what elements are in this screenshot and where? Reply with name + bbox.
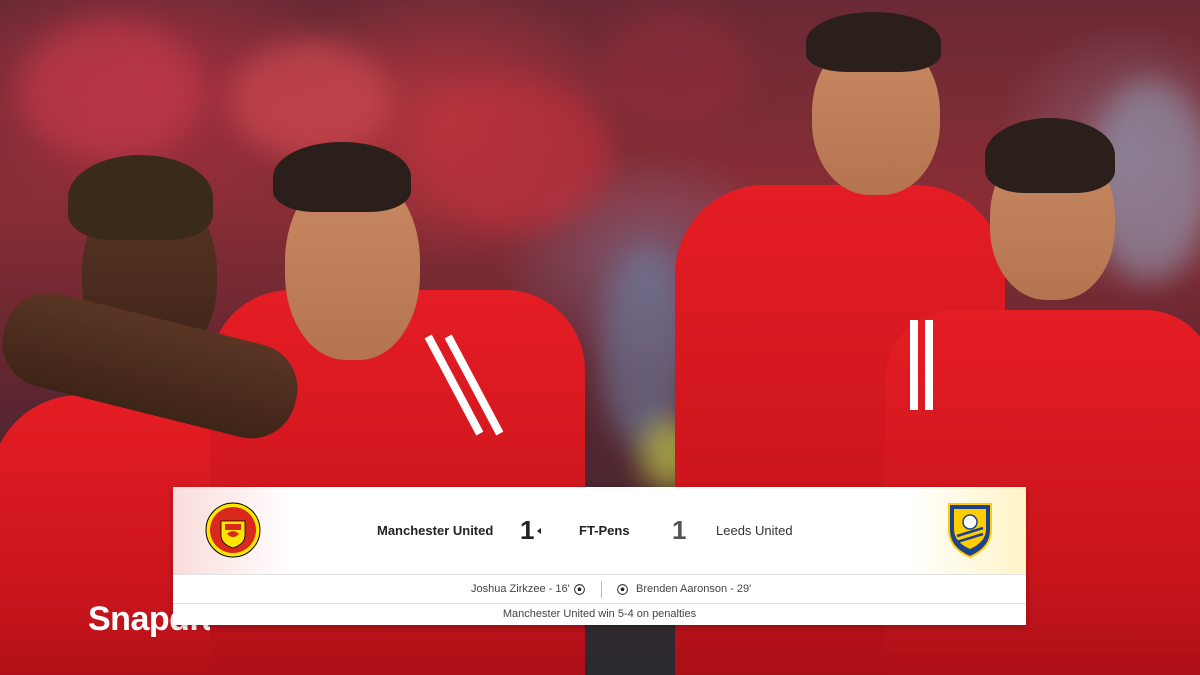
manchester-united-crest	[203, 500, 263, 560]
score-header: Manchester United 1 FT-Pens 1 Leeds Unit…	[173, 487, 1026, 575]
player-hair	[273, 142, 411, 212]
home-team-name: Manchester United	[377, 523, 494, 538]
leeds-united-crest-icon	[948, 503, 992, 559]
goal-scorers: Joshua Zirkzee - 16' Brenden Aaronson - …	[173, 575, 1026, 604]
home-score: 1	[520, 515, 535, 545]
leeds-united-crest	[940, 500, 1000, 560]
jersey-stripe	[910, 320, 918, 410]
penalty-result: Manchester United win 5-4 on penalties	[502, 608, 697, 620]
crowd-blur	[20, 20, 200, 160]
football-icon	[617, 584, 628, 595]
player-hair	[985, 118, 1115, 193]
scorer-divider	[601, 581, 602, 598]
score-panel: Manchester United 1 FT-Pens 1 Leeds Unit…	[173, 487, 1026, 625]
jersey-stripe	[925, 320, 933, 410]
football-icon	[574, 584, 585, 595]
crowd-blur	[600, 10, 750, 130]
away-team-name: Leeds United	[716, 523, 793, 538]
away-score: 1	[672, 515, 687, 545]
match-status: FT-Pens	[579, 523, 630, 538]
crowd-blur	[230, 40, 390, 160]
player-hair	[68, 155, 213, 240]
home-scorer: Joshua Zirkzee - 16'	[471, 583, 570, 595]
winner-caret-icon	[537, 528, 541, 534]
away-scorer: Brenden Aaronson - 29'	[636, 583, 752, 595]
manchester-united-crest-icon	[205, 502, 261, 558]
player-hair	[806, 12, 941, 72]
crowd-blur	[420, 80, 610, 230]
